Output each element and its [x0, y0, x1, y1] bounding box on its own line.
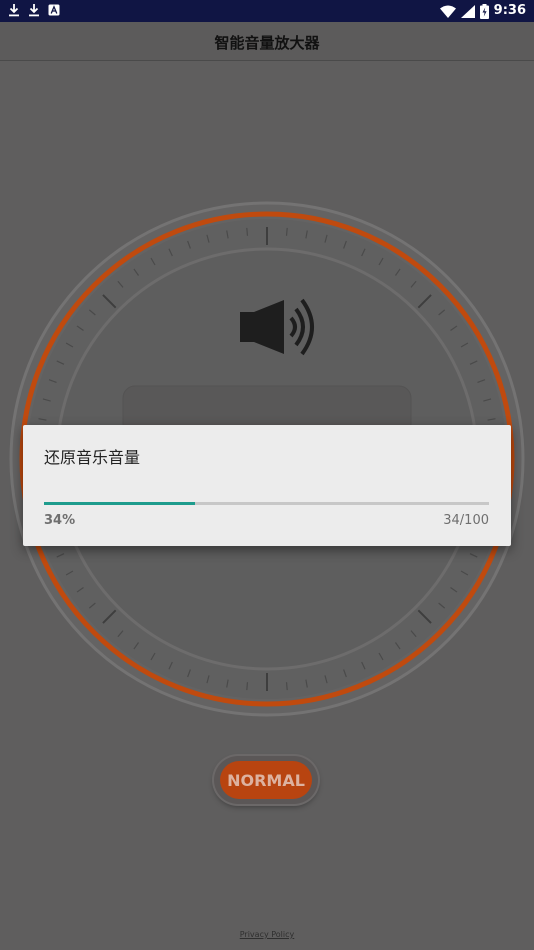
battery-icon — [479, 3, 489, 19]
signal-icon — [460, 4, 475, 18]
normal-mode-label: NORMAL — [220, 761, 312, 799]
dial-tick — [285, 227, 288, 236]
privacy-policy-link[interactable]: Privacy Policy — [0, 930, 534, 939]
dial-tick — [246, 682, 249, 691]
app-title: 智能音量放大器 — [214, 34, 320, 52]
download-icon — [9, 4, 19, 17]
status-bar: 9:36 — [0, 0, 534, 22]
status-left-icons — [8, 3, 60, 17]
download-icon — [29, 4, 39, 17]
status-right-icons: 9:36 — [439, 2, 526, 20]
progress-track — [44, 502, 489, 505]
dialog-title: 还原音乐音量 — [44, 448, 141, 467]
dial-tick — [246, 227, 249, 236]
notification-a-icon — [48, 4, 60, 16]
wifi-icon — [439, 5, 456, 18]
progress-dialog: 还原音乐音量 34% 34/100 — [23, 425, 511, 546]
progress-count: 34/100 — [443, 513, 489, 528]
status-time: 9:36 — [493, 3, 526, 18]
normal-mode-button[interactable]: NORMAL — [214, 756, 318, 804]
dial-tick — [285, 682, 288, 691]
app-bar: 智能音量放大器 — [0, 22, 534, 61]
progress-fill — [44, 502, 196, 505]
progress-percent: 34% — [44, 513, 76, 528]
